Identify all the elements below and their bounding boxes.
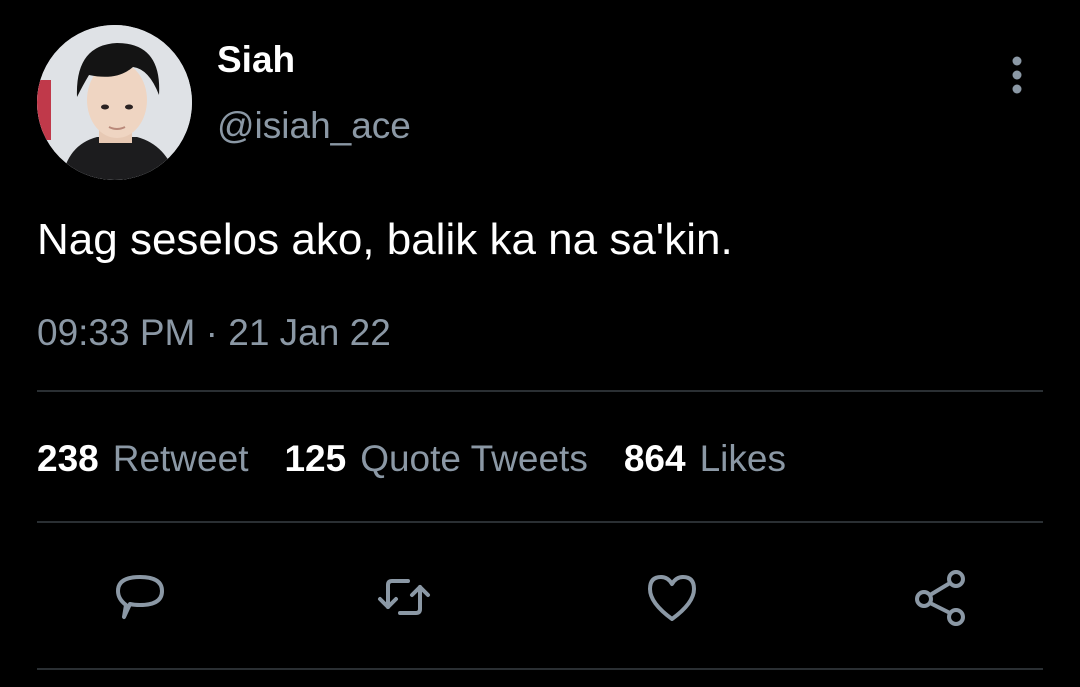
share-icon [915,570,965,626]
avatar-image [37,25,192,180]
retweet-icon [378,579,430,615]
divider [37,521,1043,523]
likes-count[interactable]: 864 Likes [624,435,786,483]
stat-label: Retweet [112,438,249,479]
display-name[interactable]: Siah [217,38,295,82]
divider [37,390,1043,392]
divider [37,668,1043,670]
username-handle[interactable]: @isiah_ace [217,104,411,148]
tweet-text: Nag seselos ako, balik ka na sa'kin. [37,215,733,264]
stat-number: 238 [37,438,99,479]
more-options-button[interactable] [995,50,1039,100]
more-vertical-icon [1012,56,1022,94]
tweet-timestamp[interactable]: 09:33 PM · 21 Jan 22 [37,310,391,356]
reply-button[interactable] [108,565,172,629]
like-button[interactable] [640,565,704,629]
retweet-count[interactable]: 238 Retweet [37,435,248,483]
stat-label: Likes [699,438,786,479]
like-icon [648,575,696,621]
avatar[interactable] [37,25,192,180]
share-button[interactable] [908,565,972,629]
stat-label: Quote Tweets [360,438,588,479]
retweet-button[interactable] [372,565,436,629]
stat-number: 125 [284,438,347,479]
reply-icon [116,575,164,619]
stat-number: 864 [623,438,686,479]
quote-tweets-count[interactable]: 125 Quote Tweets [284,435,587,483]
engagement-stats: 238 Retweet 125 Quote Tweets 864 Likes [37,435,822,483]
